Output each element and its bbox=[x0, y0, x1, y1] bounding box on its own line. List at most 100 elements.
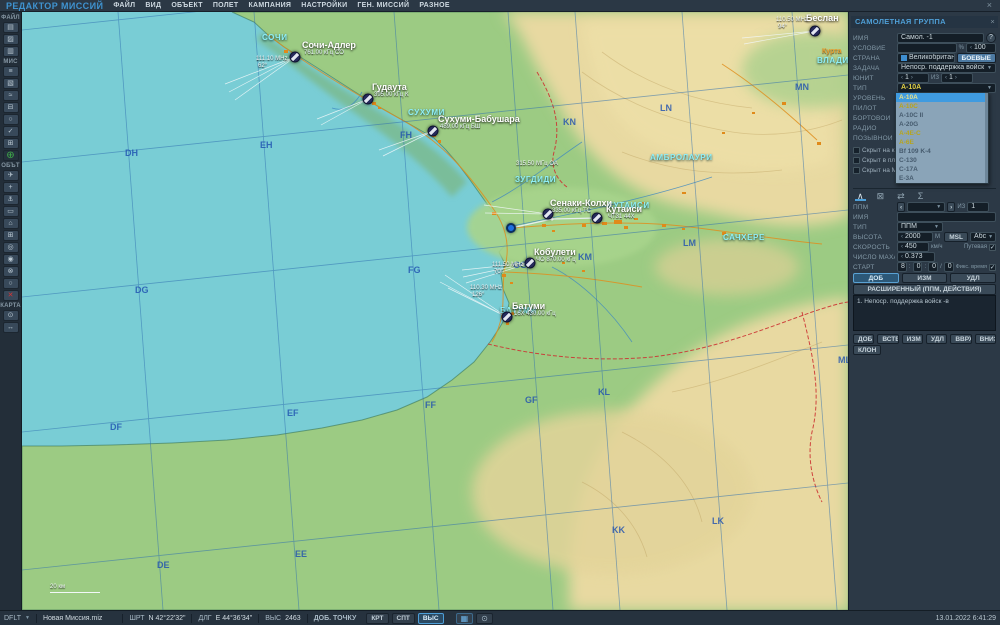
list-изм-button[interactable]: ИЗМ bbox=[901, 334, 923, 344]
menu-item-настройки[interactable]: НАСТРОЙКИ bbox=[301, 2, 347, 9]
goals-icon[interactable]: ✓ bbox=[2, 126, 19, 137]
wpt-name-input[interactable] bbox=[897, 212, 996, 222]
toggle-выс[interactable]: ВЫС bbox=[417, 612, 444, 624]
wpt-доб-button[interactable]: ДОБ bbox=[853, 273, 899, 283]
spin-left-icon[interactable]: ‹ bbox=[901, 253, 903, 261]
unit-total-stepper[interactable]: ‹ 1 › bbox=[940, 73, 973, 83]
altitude-mode-select[interactable]: Абс ▼ bbox=[970, 232, 996, 242]
preset-select[interactable]: DFLT bbox=[4, 615, 21, 622]
summary-tab[interactable]: Σ bbox=[916, 190, 926, 201]
menu-item-объект[interactable]: ОБЪЕКТ bbox=[171, 2, 203, 9]
help-button[interactable]: ? bbox=[986, 33, 996, 43]
map-canvas[interactable]: 20 км DHEHFHKNLNMNDGFGGGKMLMDFEFFFGFKLML… bbox=[22, 12, 848, 610]
airplane-icon[interactable]: ✈ bbox=[2, 170, 19, 181]
start-seconds-field[interactable]: 0 bbox=[928, 262, 939, 272]
hidden-on-planner-checkbox[interactable] bbox=[853, 156, 860, 164]
start-minutes-field[interactable]: 0 bbox=[912, 262, 923, 272]
spin-left-icon[interactable]: ‹ bbox=[945, 74, 947, 82]
airport-icon[interactable] bbox=[501, 311, 513, 323]
aircraft-type-option[interactable]: A-10A bbox=[896, 93, 988, 102]
wpt-type-select[interactable]: ППМ ▼ bbox=[897, 222, 943, 232]
altitude-stepper[interactable]: ‹ 2000 bbox=[897, 232, 933, 242]
helicopter-icon[interactable]: + bbox=[2, 182, 19, 193]
wpt-изм-button[interactable]: ИЗМ bbox=[901, 273, 948, 283]
spin-left-icon[interactable]: ‹ bbox=[970, 44, 972, 52]
generator-icon[interactable]: ⊞ bbox=[2, 138, 19, 149]
aircraft-type-option[interactable]: A-10C bbox=[896, 102, 988, 111]
new-mission-icon[interactable]: ▤ bbox=[2, 22, 19, 33]
aircraft-type-option[interactable]: A-4E-C bbox=[896, 129, 988, 138]
trigger-zone-icon[interactable]: ◎ bbox=[2, 242, 19, 253]
speed-stepper[interactable]: ‹ 450 bbox=[897, 242, 929, 252]
ground-speed-checkbox[interactable]: ✓ bbox=[989, 243, 996, 251]
spin-right-icon[interactable]: › bbox=[911, 74, 913, 82]
spin-left-icon[interactable]: ‹ bbox=[901, 243, 903, 251]
aircraft-type-option[interactable]: A-6E bbox=[896, 138, 988, 147]
list-удл-button[interactable]: УДЛ bbox=[925, 334, 948, 344]
center-map-icon[interactable]: ⊙ bbox=[2, 310, 19, 321]
menu-item-разное[interactable]: РАЗНОЕ bbox=[419, 2, 449, 9]
initial-point-icon[interactable]: ○ bbox=[2, 278, 19, 289]
hidden-on-map-checkbox[interactable] bbox=[853, 146, 860, 154]
aircraft-type-option[interactable]: E-3A bbox=[896, 174, 988, 183]
airport-icon[interactable] bbox=[524, 257, 536, 269]
task-select[interactable]: Непоср. поддержка войск ▼ bbox=[897, 63, 996, 73]
route-tab[interactable]: ∧ bbox=[855, 190, 866, 201]
group-panel-close-icon[interactable]: × bbox=[990, 16, 995, 28]
menu-item-ген-миссий[interactable]: ГЕН. МИССИЙ bbox=[357, 2, 409, 9]
unit-stepper[interactable]: ‹ 1 › bbox=[897, 73, 929, 83]
links-tab[interactable]: ⇄ bbox=[895, 190, 907, 201]
coords-format-icon[interactable]: ▦ bbox=[455, 612, 474, 624]
open-mission-icon[interactable]: ▨ bbox=[2, 34, 19, 45]
wpt-next-button[interactable]: › bbox=[947, 202, 956, 212]
delete-object-icon[interactable]: ✕ bbox=[2, 290, 19, 301]
waypoint-action-item[interactable]: 1. Непоср. поддержка войск -в bbox=[854, 296, 995, 307]
template-icon[interactable]: ⊞ bbox=[2, 230, 19, 241]
list-клон-button[interactable]: КЛОН bbox=[853, 345, 881, 355]
waypoint-action-list[interactable]: 1. Непоср. поддержка войск -в bbox=[853, 295, 996, 331]
aircraft-type-option[interactable]: A-20G bbox=[896, 120, 988, 129]
menu-item-кампания[interactable]: КАМПАНИЯ bbox=[248, 2, 291, 9]
menu-item-полет[interactable]: ПОЛЕТ bbox=[213, 2, 239, 9]
aircraft-type-dropdown[interactable]: A-10A A-10C A-10C II A-20G A-4E-C A-6E Bf 109 … bbox=[895, 92, 989, 184]
airport-icon[interactable] bbox=[427, 125, 439, 137]
airport-icon[interactable] bbox=[809, 25, 821, 37]
aircraft-type-option[interactable]: A-10C II bbox=[896, 111, 988, 120]
menu-item-вид[interactable]: ВИД bbox=[145, 2, 161, 9]
country-select[interactable]: Великобритания ▼ bbox=[897, 53, 955, 63]
add-unit-icon[interactable]: ⊕ bbox=[2, 150, 19, 161]
wpt-select[interactable]: ▼ bbox=[907, 202, 946, 212]
picture-icon[interactable]: ▧ bbox=[2, 78, 19, 89]
msl-button[interactable]: MSL bbox=[944, 232, 968, 242]
advanced-waypoint-button[interactable]: РАСШИРЕННЫЙ (ППМ, ДЕЙСТВИЯ) bbox=[853, 284, 996, 295]
start-day-field[interactable]: 0 bbox=[943, 262, 954, 272]
measure-distance-icon[interactable]: ↔ bbox=[2, 322, 19, 333]
airport-icon[interactable] bbox=[362, 93, 374, 105]
mach-stepper[interactable]: ‹ 0.373 bbox=[897, 252, 935, 262]
farp-icon[interactable]: ⊗ bbox=[2, 266, 19, 277]
bullseye-icon[interactable]: ◉ bbox=[2, 254, 19, 265]
rules-icon[interactable]: ○ bbox=[2, 114, 19, 125]
probability-stepper[interactable]: ‹ 100 bbox=[966, 43, 996, 53]
static-object-icon[interactable]: ⌂ bbox=[2, 218, 19, 229]
weather-icon[interactable]: ≈ bbox=[2, 90, 19, 101]
start-hours-field[interactable]: 8 bbox=[897, 262, 907, 272]
close-icon[interactable]: × bbox=[987, 1, 992, 10]
condition-input[interactable] bbox=[897, 43, 957, 53]
ship-icon[interactable]: ⚓ bbox=[2, 194, 19, 205]
vehicle-icon[interactable]: ▭ bbox=[2, 206, 19, 217]
airport-icon[interactable] bbox=[591, 212, 603, 224]
airport-icon[interactable] bbox=[289, 51, 301, 63]
fixed-time-checkbox[interactable]: ✓ bbox=[988, 263, 996, 271]
hidden-on-mfd-checkbox[interactable] bbox=[853, 166, 860, 174]
group-name-input[interactable]: Самол. -1 bbox=[897, 33, 984, 43]
toggle-спт[interactable]: СПТ bbox=[391, 612, 415, 624]
briefing-icon[interactable]: ≡ bbox=[2, 66, 19, 77]
list-доб-button[interactable]: ДОБ bbox=[853, 334, 875, 344]
coalition-button[interactable]: БОЕВЫЕ bbox=[956, 53, 996, 63]
aircraft-type-option[interactable]: C-130 bbox=[896, 156, 988, 165]
loadout-tab[interactable]: ⊠ bbox=[875, 190, 887, 201]
list-вств-button[interactable]: ВСТВ bbox=[877, 334, 899, 344]
spin-left-icon[interactable]: ‹ bbox=[901, 233, 903, 241]
dropdown-scrollbar[interactable] bbox=[985, 93, 988, 183]
